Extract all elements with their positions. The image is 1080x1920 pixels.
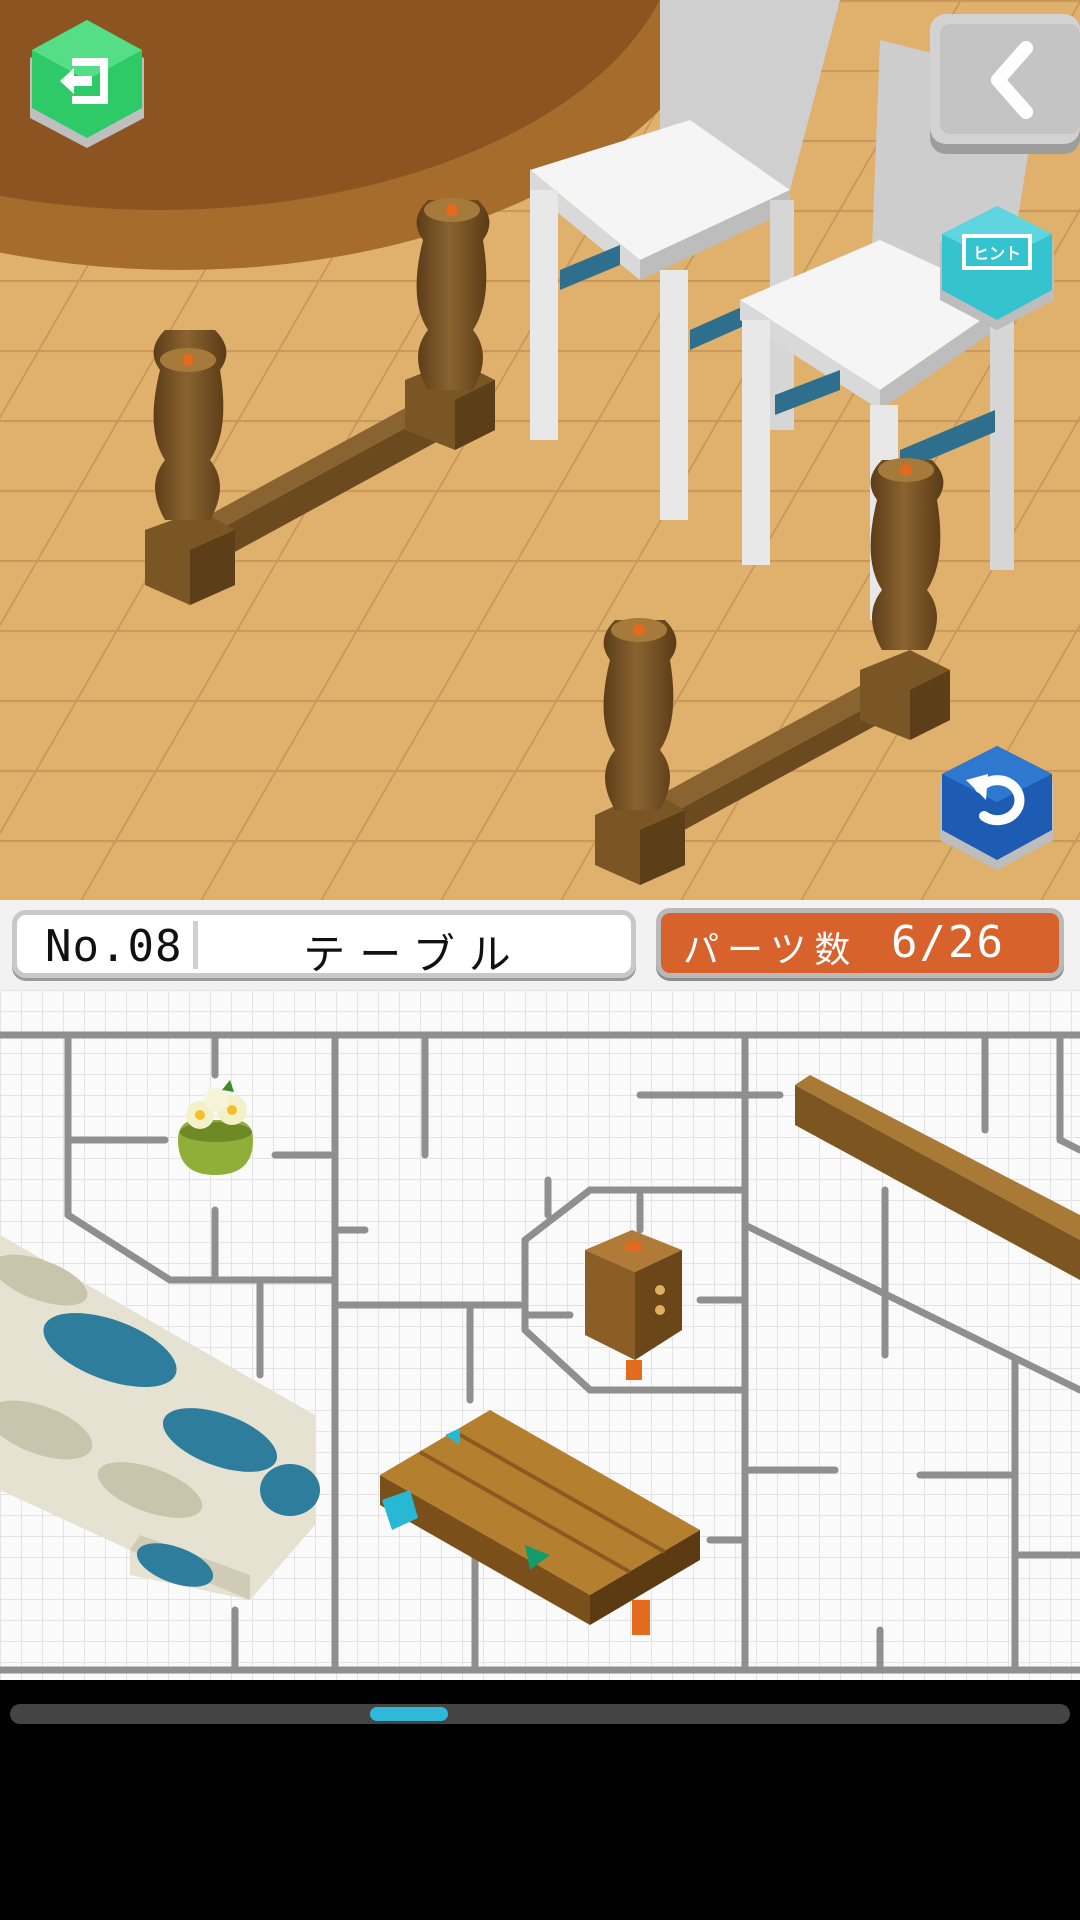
tablecloth-part[interactable] [0, 1235, 320, 1600]
parts-count: 6/26 [891, 917, 1005, 968]
level-title-panel: No.08 テーブル [12, 910, 636, 979]
exit-button[interactable] [24, 18, 150, 160]
wooden-connector-block-part[interactable] [585, 1230, 682, 1380]
level-info-bar: No.08 テーブル パーツ数 6/26 [0, 900, 1080, 990]
divider [193, 921, 198, 969]
bottom-bar [0, 1750, 1080, 1920]
rotate-button[interactable] [936, 744, 1058, 880]
parts-label: パーツ数 [683, 930, 859, 971]
long-wooden-rail-part[interactable] [795, 1075, 1080, 1280]
hint-label: ヒント [972, 244, 1021, 263]
parts-maze-board[interactable] [0, 990, 1080, 1680]
game-scene[interactable]: ヒント [0, 0, 1080, 920]
level-name: テーブル [303, 930, 525, 979]
hint-button[interactable]: ヒント [936, 204, 1058, 340]
back-button[interactable] [926, 12, 1080, 156]
parts-counter-panel: パーツ数 6/26 [656, 908, 1064, 978]
table-top-plank-part[interactable] [380, 1410, 700, 1635]
maze-scrollbar-track[interactable] [10, 1704, 1070, 1724]
level-number: No.08 [45, 921, 183, 972]
maze-scrollbar-thumb[interactable] [370, 1707, 448, 1721]
flower-pot-part[interactable] [178, 1080, 253, 1175]
